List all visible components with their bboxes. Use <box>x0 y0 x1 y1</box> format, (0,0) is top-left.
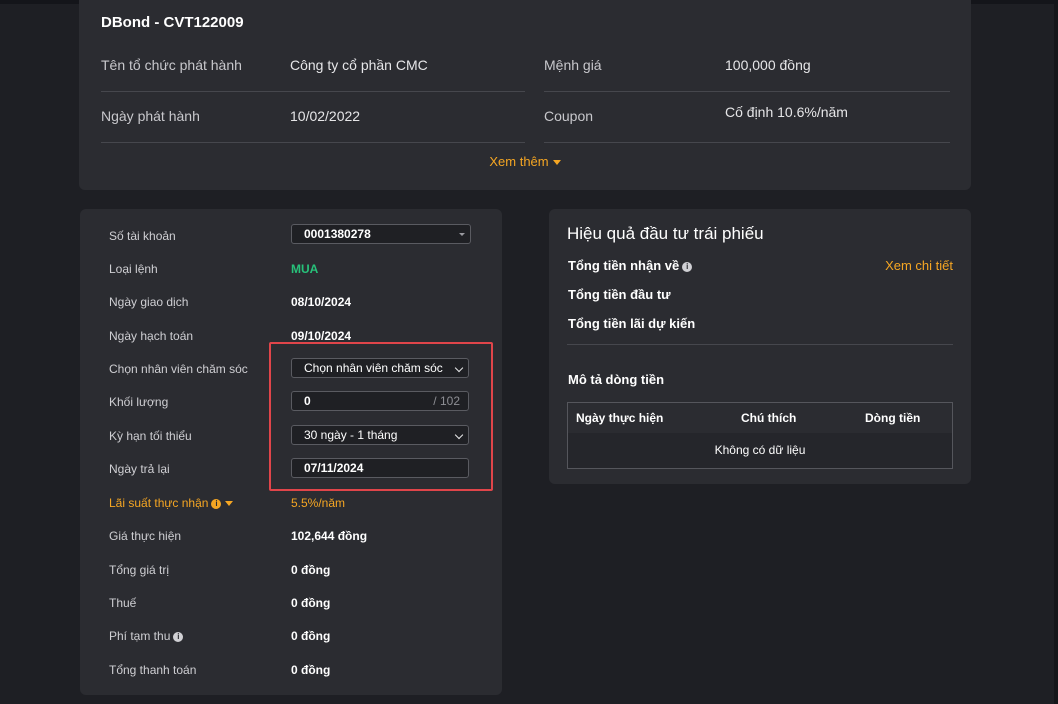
divider <box>101 91 525 92</box>
order-type-label: Loại lệnh <box>109 262 158 276</box>
divider <box>567 344 953 345</box>
term-label: Kỳ hạn tối thiểu <box>109 429 192 443</box>
caret-down-icon <box>552 160 561 166</box>
tax-value: 0 đồng <box>291 596 331 610</box>
caret-down-icon <box>225 501 234 507</box>
fee-value: 0 đồng <box>291 629 331 643</box>
divider <box>544 91 950 92</box>
account-select[interactable]: 0001380278 <box>291 224 471 244</box>
issuer-label: Tên tổ chức phát hành <box>101 57 242 73</box>
issuer-value: Công ty cổ phần CMC <box>290 57 428 73</box>
settle-date-label: Ngày hạch toán <box>109 329 194 343</box>
see-more-link[interactable]: Xem thêm <box>79 154 971 169</box>
caret-down-icon <box>459 233 465 236</box>
interest-label: Tổng tiền lãi dự kiến <box>568 316 696 331</box>
received-label-text: Tổng tiền nhận về <box>568 258 680 273</box>
issue-date-label: Ngày phát hành <box>101 108 200 124</box>
cashflow-table: Ngày thực hiện Chú thích Dòng tiền Không… <box>567 402 953 469</box>
total-value-value: 0 đồng <box>291 563 331 577</box>
performance-title: Hiệu quả đầu tư trái phiếu <box>567 224 764 243</box>
price-label: Giá thực hiện <box>109 529 182 543</box>
trade-date-value: 08/10/2024 <box>291 295 352 309</box>
account-label: Số tài khoản <box>109 229 176 243</box>
column-header: Dòng tiền <box>865 411 921 425</box>
tax-label: Thuế <box>109 596 137 610</box>
see-more-label: Xem thêm <box>489 154 549 169</box>
received-label: Tổng tiền nhận về i <box>568 258 693 273</box>
fee-label: Phí tạm thu i <box>109 629 184 643</box>
rate-label-text: Lãi suất thực nhận <box>109 496 209 510</box>
info-icon[interactable]: i <box>682 261 693 272</box>
page-scrollbar[interactable] <box>1054 4 1058 704</box>
fee-label-text: Phí tạm thu <box>109 629 171 643</box>
column-header: Ngày thực hiện <box>576 411 664 425</box>
column-header: Chú thích <box>741 411 797 425</box>
face-value-value: 100,000 đồng <box>725 57 811 73</box>
divider <box>101 142 525 143</box>
info-icon: i <box>211 498 222 509</box>
bond-title: DBond - CVT122009 <box>101 14 244 31</box>
divider <box>544 142 950 143</box>
invested-label: Tổng tiền đầu tư <box>568 287 671 302</box>
account-value: 0001380278 <box>304 227 371 241</box>
rate-value: 5.5%/năm <box>291 496 346 510</box>
total-value-label: Tổng giá trị <box>109 563 170 577</box>
coupon-label: Coupon <box>544 108 594 124</box>
cashflow-title: Mô tả dòng tiền <box>568 372 665 387</box>
settle-date-value: 09/10/2024 <box>291 329 352 343</box>
empty-state: Không có dữ liệu <box>568 433 952 468</box>
rate-label[interactable]: Lãi suất thực nhận i <box>109 496 234 510</box>
highlight-box <box>269 342 493 491</box>
payment-value: 0 đồng <box>291 663 331 677</box>
investment-performance-panel: Hiệu quả đầu tư trái phiếu Tổng tiền nhậ… <box>549 209 971 484</box>
quantity-label: Khối lượng <box>109 395 169 409</box>
view-detail-link[interactable]: Xem chi tiết <box>885 258 953 273</box>
face-value-label: Mệnh giá <box>544 57 602 73</box>
coupon-value: Cố định 10.6%/năm <box>725 104 848 120</box>
bond-info-panel: DBond - CVT122009 Tên tổ chức phát hành … <box>79 0 971 190</box>
order-type-value: MUA <box>291 262 319 276</box>
info-icon[interactable]: i <box>173 631 184 642</box>
price-value: 102,644 đồng <box>291 529 368 543</box>
staff-label: Chọn nhân viên chăm sóc <box>109 362 248 376</box>
issue-date-value: 10/02/2022 <box>290 108 361 124</box>
payment-label: Tổng thanh toán <box>109 663 197 677</box>
return-date-label: Ngày trả lại <box>109 462 170 476</box>
trade-date-label: Ngày giao dịch <box>109 295 189 309</box>
